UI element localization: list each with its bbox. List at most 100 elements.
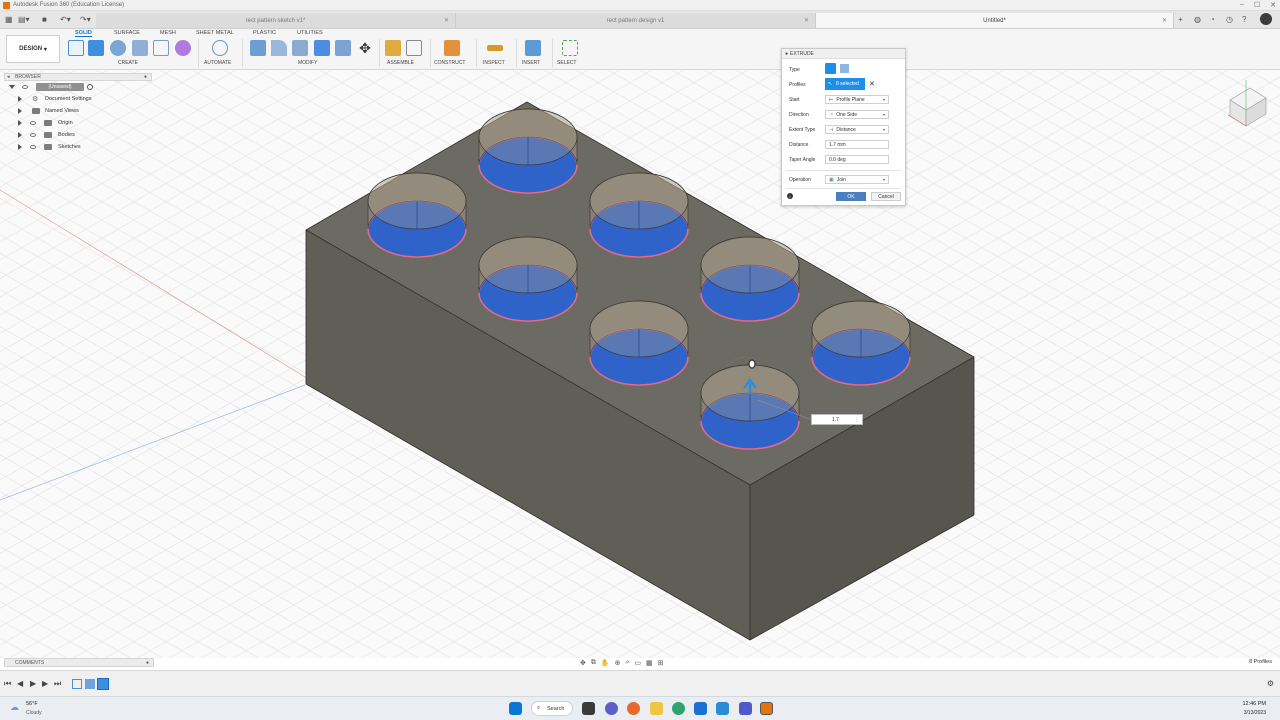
firefox-icon[interactable] (627, 702, 640, 715)
help-icon[interactable]: ? (1242, 15, 1246, 24)
activate-radio-icon[interactable] (87, 84, 93, 90)
grid-apps-icon[interactable]: ▦ (5, 15, 13, 24)
stud-profile[interactable] (367, 172, 467, 258)
tab-surface[interactable]: SURFACE (114, 30, 140, 36)
assemble-menu[interactable]: ASSEMBLE (387, 60, 414, 66)
extent-select[interactable]: ⊣ Distance ▾ (825, 125, 889, 134)
cancel-button[interactable]: Cancel (871, 192, 901, 201)
automate-menu[interactable]: AUTOMATE (204, 60, 231, 66)
weather-icon[interactable]: ☁ (10, 702, 19, 713)
modify-menu[interactable]: MODIFY (298, 60, 317, 66)
create-menu[interactable]: CREATE (118, 60, 138, 66)
expand-down-icon[interactable] (9, 85, 15, 89)
chamfer-icon[interactable] (292, 40, 308, 56)
undo-icon[interactable]: ↶▾ (60, 15, 71, 24)
operation-select[interactable]: ▣ Join ▾ (825, 175, 889, 184)
clock-date[interactable]: 3/13/2023 (1244, 710, 1266, 716)
fusion-taskbar-icon[interactable] (760, 702, 773, 715)
close-icon[interactable]: ✕ (1270, 1, 1276, 9)
notifications-icon[interactable]: ◷ (1226, 15, 1233, 24)
tab-rect-pattern-design[interactable]: rect pattern design v1 ✕ (456, 13, 816, 28)
visibility-icon[interactable] (30, 121, 36, 125)
extensions-icon[interactable]: ◍ (1194, 15, 1201, 24)
close-tab-icon[interactable]: ✕ (444, 17, 449, 24)
stud-profile[interactable] (478, 236, 578, 322)
zoom-icon[interactable]: ⊕ (615, 659, 621, 667)
tab-plastic[interactable]: PLASTIC (253, 30, 276, 36)
file-menu-icon[interactable]: ▤▾ (18, 15, 30, 24)
display-settings-icon[interactable]: ▭ (634, 659, 641, 667)
extrude-icon[interactable] (88, 40, 104, 56)
timeline-settings-icon[interactable]: ⚙ (1267, 679, 1274, 688)
maximize-icon[interactable]: ☐ (1254, 1, 1260, 9)
task-view-icon[interactable] (582, 702, 595, 715)
joint-icon[interactable] (406, 40, 422, 56)
save-icon[interactable]: ■ (42, 15, 47, 24)
pan-icon[interactable]: ✋ (601, 659, 610, 667)
edge-icon[interactable] (672, 702, 685, 715)
root-component[interactable]: (Unsaved) (36, 83, 84, 91)
distance-field[interactable]: 1.7 mm (825, 140, 889, 149)
browser-item-sketches[interactable]: Sketches (4, 141, 152, 153)
dialog-pin-icon[interactable]: ● (785, 51, 788, 57)
insert-menu[interactable]: INSERT (522, 60, 540, 66)
stud-profile[interactable] (478, 108, 578, 194)
new-component-icon[interactable] (385, 40, 401, 56)
expand-icon[interactable] (18, 144, 22, 150)
pin-icon[interactable]: ● (144, 74, 147, 80)
select-menu[interactable]: SELECT (557, 60, 576, 66)
browser-root[interactable]: (Unsaved) (4, 81, 152, 93)
select-icon[interactable] (562, 40, 578, 56)
teams-icon[interactable] (739, 702, 752, 715)
press-pull-icon[interactable] (250, 40, 266, 56)
browser-item-named-views[interactable]: Named Views (4, 105, 152, 117)
profiles-selection[interactable]: ↖ 8 selected (825, 78, 865, 90)
stud-profile[interactable] (589, 300, 689, 386)
tab-mesh[interactable]: MESH (160, 30, 176, 36)
timeline-active-feature[interactable] (97, 678, 109, 690)
inspect-menu[interactable]: INSPECT (483, 60, 505, 66)
minimize-icon[interactable]: – (1240, 1, 1244, 9)
fit-icon[interactable]: ⌕ (625, 659, 629, 667)
timeline-sketch-feature[interactable] (72, 679, 82, 689)
taskbar-search[interactable]: ⌕ Search (531, 701, 573, 716)
shell-icon[interactable] (335, 40, 351, 56)
chat-icon[interactable] (605, 702, 618, 715)
step-back-icon[interactable]: ◀ (17, 679, 23, 688)
direction-select[interactable]: ↗ One Side ▾ (825, 110, 889, 119)
type-thin-icon[interactable] (840, 64, 849, 73)
new-tab-icon[interactable]: + (1178, 15, 1183, 24)
go-to-end-icon[interactable]: ⏭ (54, 679, 61, 689)
browser-header[interactable]: ◂ BROWSER ● (4, 73, 152, 81)
stud-profile[interactable] (811, 300, 911, 386)
go-to-start-icon[interactable]: ⏮ (4, 679, 11, 689)
visibility-icon[interactable] (30, 145, 36, 149)
automate-icon[interactable] (212, 40, 228, 56)
step-forward-icon[interactable]: ▶ (42, 679, 48, 688)
orbit-icon[interactable]: ✥ (580, 659, 586, 667)
extrude-dialog-header[interactable]: ● EXTRUDE (782, 49, 905, 59)
stud-profile[interactable] (700, 364, 800, 450)
file-explorer-icon[interactable] (650, 702, 663, 715)
tab-rect-pattern-sketch[interactable]: rect pattern sketch v1* ✕ (96, 13, 456, 28)
model-viewport[interactable] (0, 70, 1280, 658)
browser-item-document-settings[interactable]: ⚙ Document Settings (4, 93, 152, 105)
play-icon[interactable]: ▶ (30, 679, 36, 688)
visibility-icon[interactable] (30, 133, 36, 137)
grid-settings-icon[interactable]: ▦ (646, 659, 653, 667)
taper-field[interactable]: 0.0 deg (825, 155, 889, 164)
job-status-icon[interactable]: ◔ (1210, 15, 1215, 24)
clock-time[interactable]: 12:46 PM (1242, 701, 1266, 707)
look-at-icon[interactable]: ⧉ (591, 659, 596, 667)
close-tab-icon[interactable]: ✕ (1162, 17, 1167, 24)
expand-icon[interactable] (18, 120, 22, 126)
info-icon[interactable]: i (787, 193, 793, 199)
pin-icon[interactable]: ● (146, 660, 149, 666)
outlook-icon[interactable] (694, 702, 707, 715)
form-icon[interactable] (175, 40, 191, 56)
avatar[interactable] (1260, 13, 1272, 25)
pattern-icon[interactable] (153, 40, 169, 56)
clear-selection-icon[interactable]: ✕ (869, 80, 875, 88)
close-tab-icon[interactable]: ✕ (804, 17, 809, 24)
stud-profile[interactable] (589, 172, 689, 258)
